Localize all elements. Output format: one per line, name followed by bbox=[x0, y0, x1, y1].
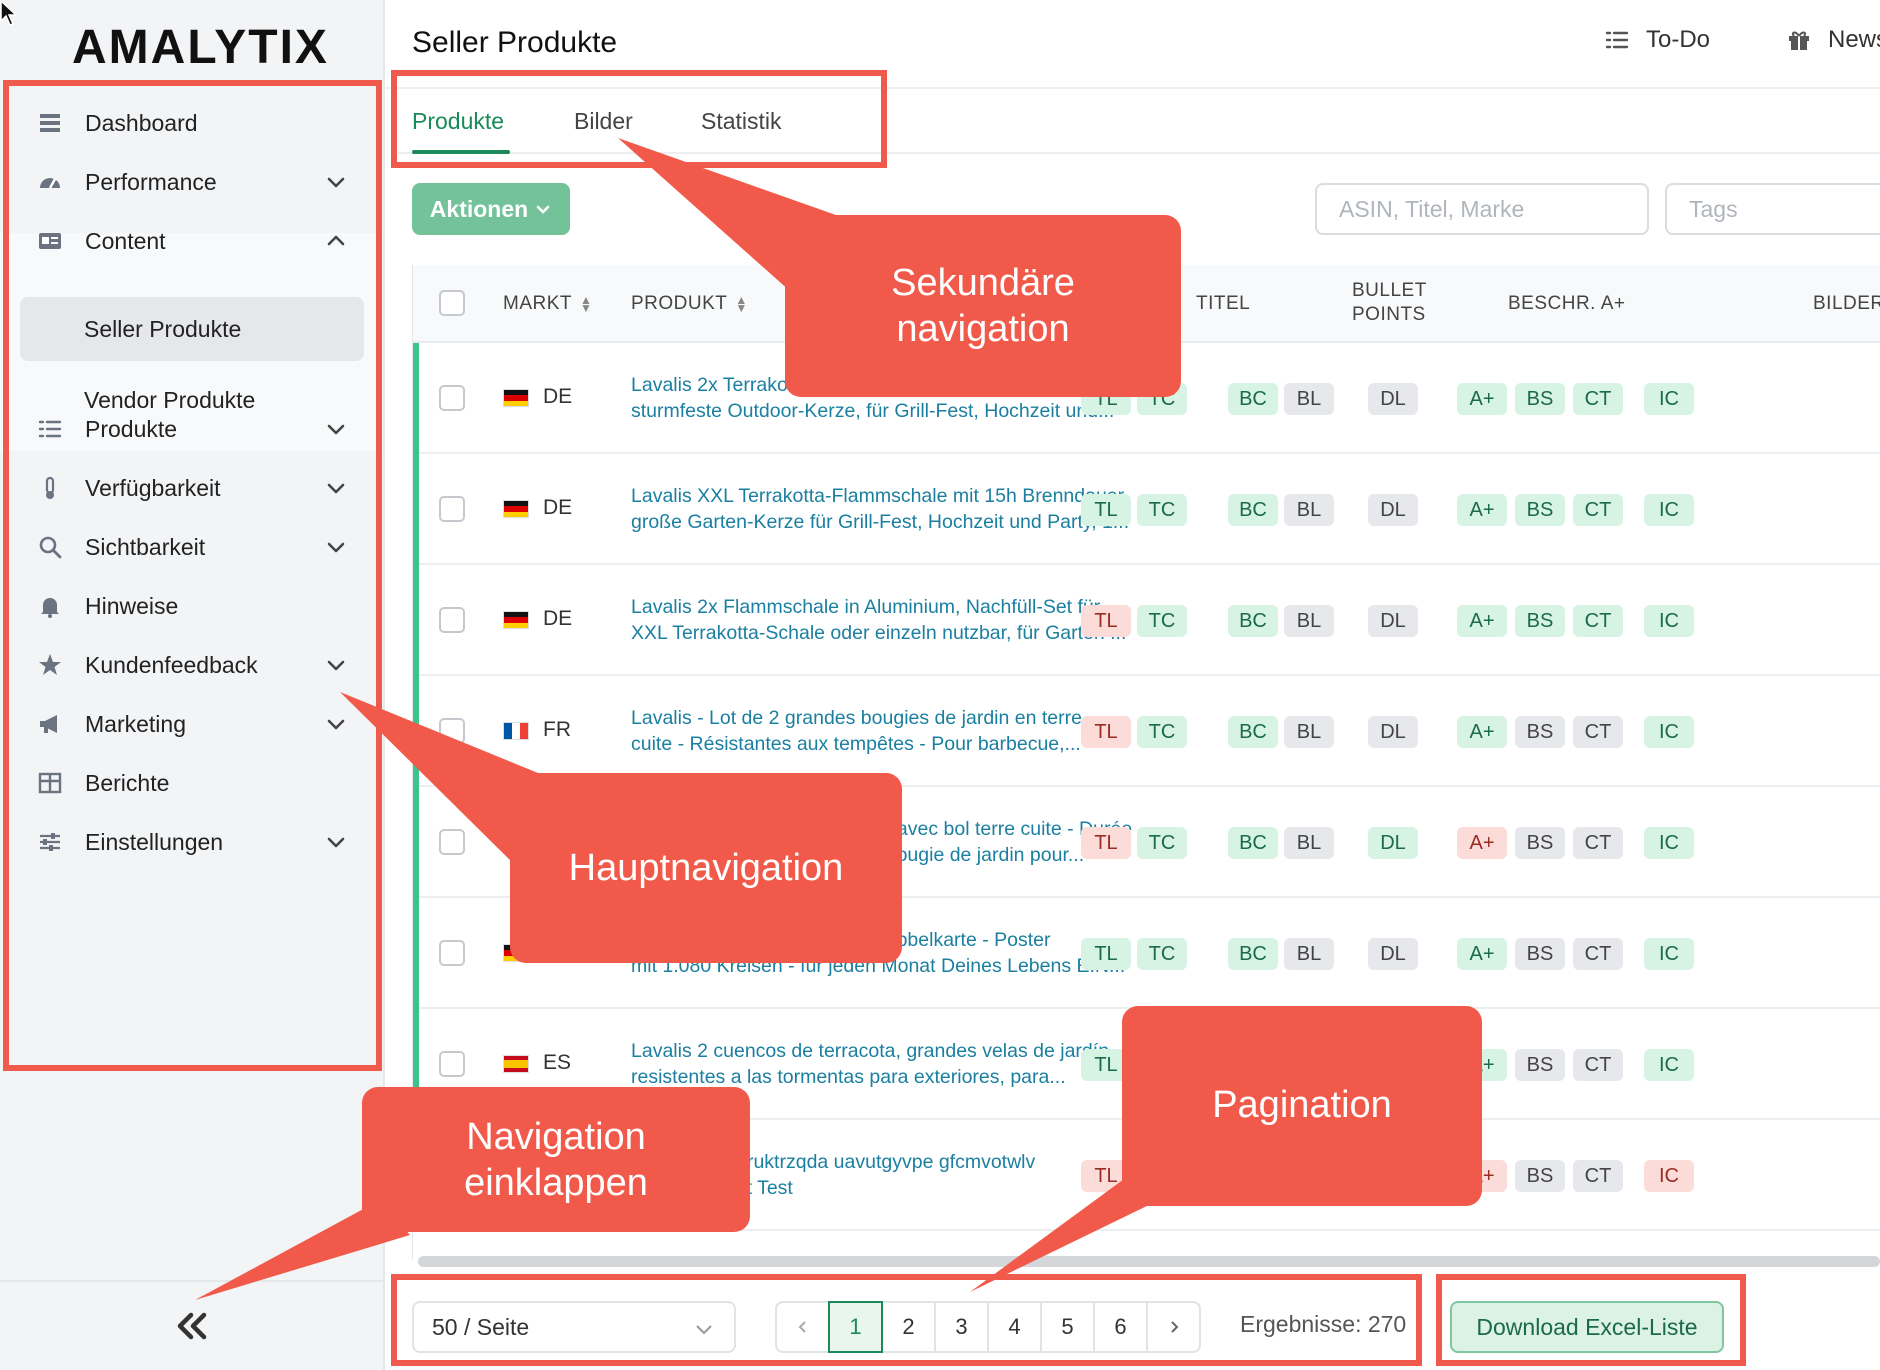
page-1-button[interactable]: 1 bbox=[828, 1301, 883, 1353]
callout-collapse-navigation: Navigation einklappen bbox=[362, 1087, 750, 1232]
callout-collapse-line2: einklappen bbox=[464, 1161, 648, 1204]
callout-collapse-line1: Navigation bbox=[466, 1115, 646, 1158]
callout-secondary-navigation: Sekundäre navigation bbox=[785, 215, 1181, 397]
callout-pointers bbox=[195, 138, 1190, 1300]
callout-pagination: Pagination bbox=[1122, 1006, 1482, 1206]
app-window: AMALYTIX Dashboard Performance Content Prod… bbox=[0, 0, 1880, 1370]
mouse-cursor-icon bbox=[0, 0, 18, 26]
callout-secondary-line1: Sekundäre bbox=[891, 262, 1075, 304]
callout-main-navigation: Hauptnavigation bbox=[510, 773, 902, 963]
callout-secondary-line2: navigation bbox=[896, 308, 1070, 350]
